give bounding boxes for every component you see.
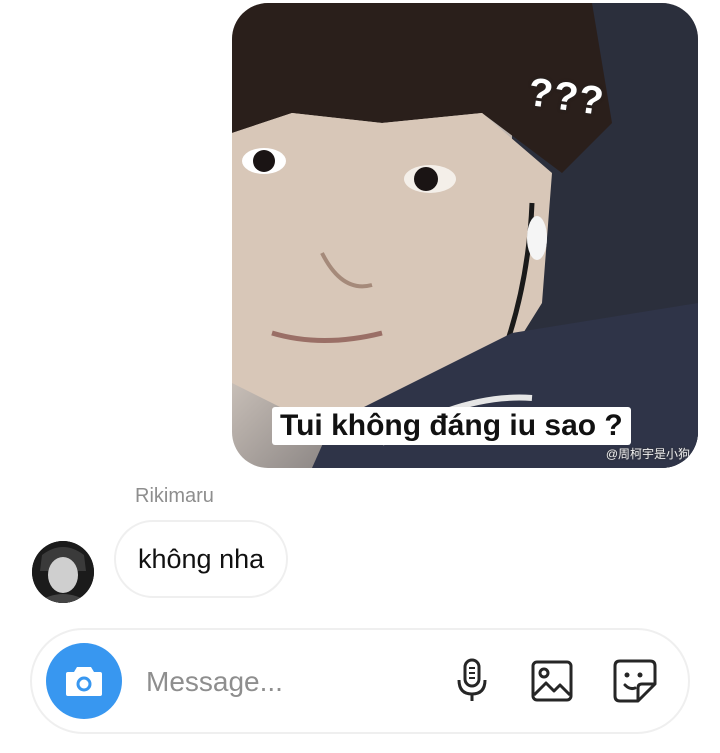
microphone-button[interactable] — [447, 656, 497, 706]
camera-button[interactable] — [46, 643, 122, 719]
sender-name: Rikimaru — [135, 485, 214, 507]
dm-screen: ??? Tui không đáng iu sao ? @周柯宇是小狗 Riki… — [0, 0, 720, 753]
sender-avatar[interactable] — [32, 541, 94, 603]
meme-photo — [232, 3, 698, 468]
avatar-image — [32, 541, 94, 603]
image-watermark: @周柯宇是小狗 — [605, 447, 690, 461]
sticker-icon — [613, 659, 657, 703]
microphone-icon — [457, 658, 487, 701]
message-input[interactable] — [146, 660, 426, 704]
received-message-bubble[interactable]: không nha — [114, 520, 289, 598]
gallery-button[interactable] — [527, 656, 577, 706]
meme-caption: Tui không đáng iu sao ? — [272, 407, 631, 445]
gallery-icon — [531, 660, 573, 702]
message-composer — [30, 628, 690, 734]
sent-image-message[interactable]: ??? Tui không đáng iu sao ? @周柯宇是小狗 — [232, 3, 698, 468]
received-message-text: không nha — [138, 543, 265, 574]
camera-icon — [66, 667, 102, 696]
sticker-button[interactable] — [610, 656, 660, 706]
